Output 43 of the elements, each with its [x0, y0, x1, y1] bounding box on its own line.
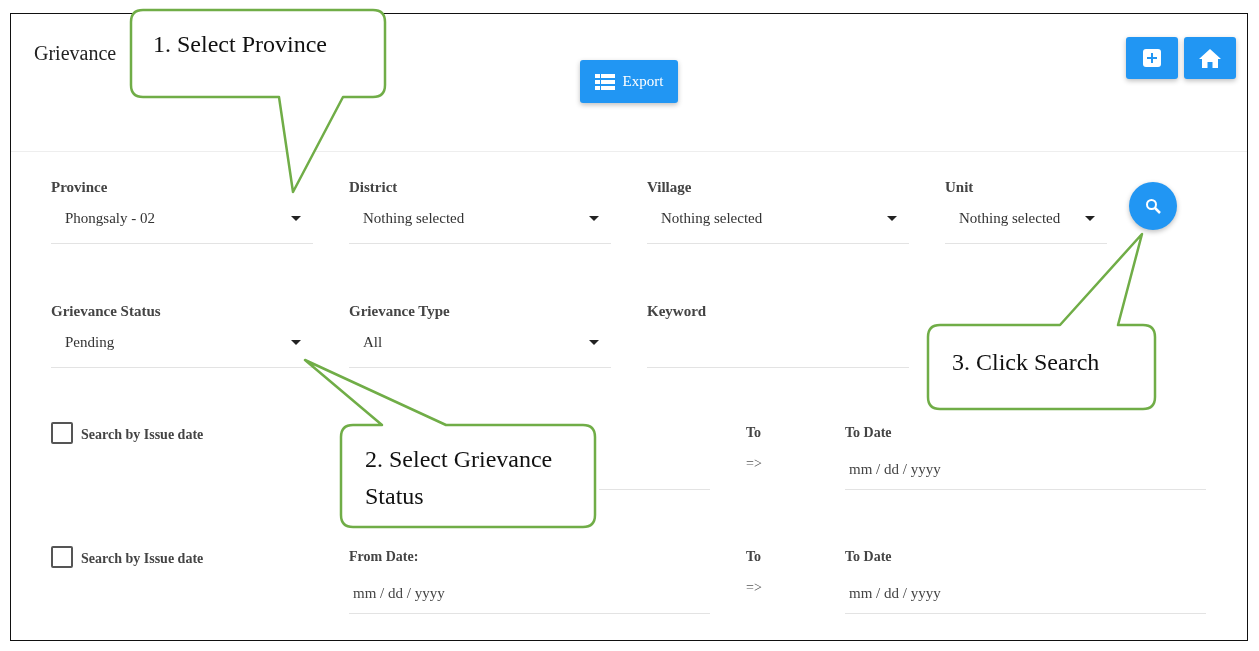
add-button[interactable] [1126, 37, 1178, 79]
arrow-text: => [746, 455, 762, 473]
caret-icon [887, 216, 897, 221]
home-icon [1199, 48, 1221, 68]
select-dropdown[interactable]: Nothing selected [349, 198, 611, 244]
field-label: Unit [945, 178, 975, 197]
caret-icon [291, 340, 301, 345]
plus-square-icon [1143, 49, 1161, 67]
home-button[interactable] [1184, 37, 1236, 79]
search-button[interactable] [1129, 182, 1177, 230]
checkbox[interactable] [51, 546, 73, 568]
select-dropdown[interactable]: Nothing selected [945, 198, 1107, 244]
select-dropdown[interactable]: All [349, 322, 611, 368]
select-dropdown[interactable]: Nothing selected [647, 198, 909, 244]
page-title: Grievance [34, 41, 117, 66]
callout-text: 1. Select Province [153, 30, 327, 59]
date-field[interactable]: mm / dd / yyyy [845, 570, 1206, 614]
caret-icon [291, 216, 301, 221]
field-label: Province [51, 178, 109, 197]
field-label: Village [647, 178, 693, 197]
checkbox-label: Search by Issue date [81, 426, 204, 444]
search-icon [1145, 198, 1161, 214]
date-field[interactable]: mm / dd / yyyy [349, 570, 710, 614]
select-dropdown[interactable]: Phongsaly - 02 [51, 198, 313, 244]
date-field[interactable]: mm / dd / yyyy [845, 446, 1206, 490]
to-label: To [746, 548, 762, 566]
field-label: Grievance Status [51, 302, 162, 321]
field-label: From Date: [349, 548, 420, 566]
checkbox[interactable] [51, 422, 73, 444]
field-label: Grievance Type [349, 302, 451, 321]
to-label: To [746, 424, 762, 442]
field-label: District [349, 178, 399, 197]
field-label: To Date [845, 424, 893, 442]
caret-icon [1085, 216, 1095, 221]
field-label: Keyword [647, 302, 708, 321]
callout-text: 2. Select Grievance Status [365, 445, 554, 511]
list-icon [594, 73, 615, 90]
caret-icon [589, 340, 599, 345]
callout-text: 3. Click Search [952, 348, 1100, 377]
arrow-text: => [746, 579, 762, 597]
checkbox-label: Search by Issue date [81, 550, 204, 568]
field-label: To Date [845, 548, 893, 566]
caret-icon [589, 216, 599, 221]
